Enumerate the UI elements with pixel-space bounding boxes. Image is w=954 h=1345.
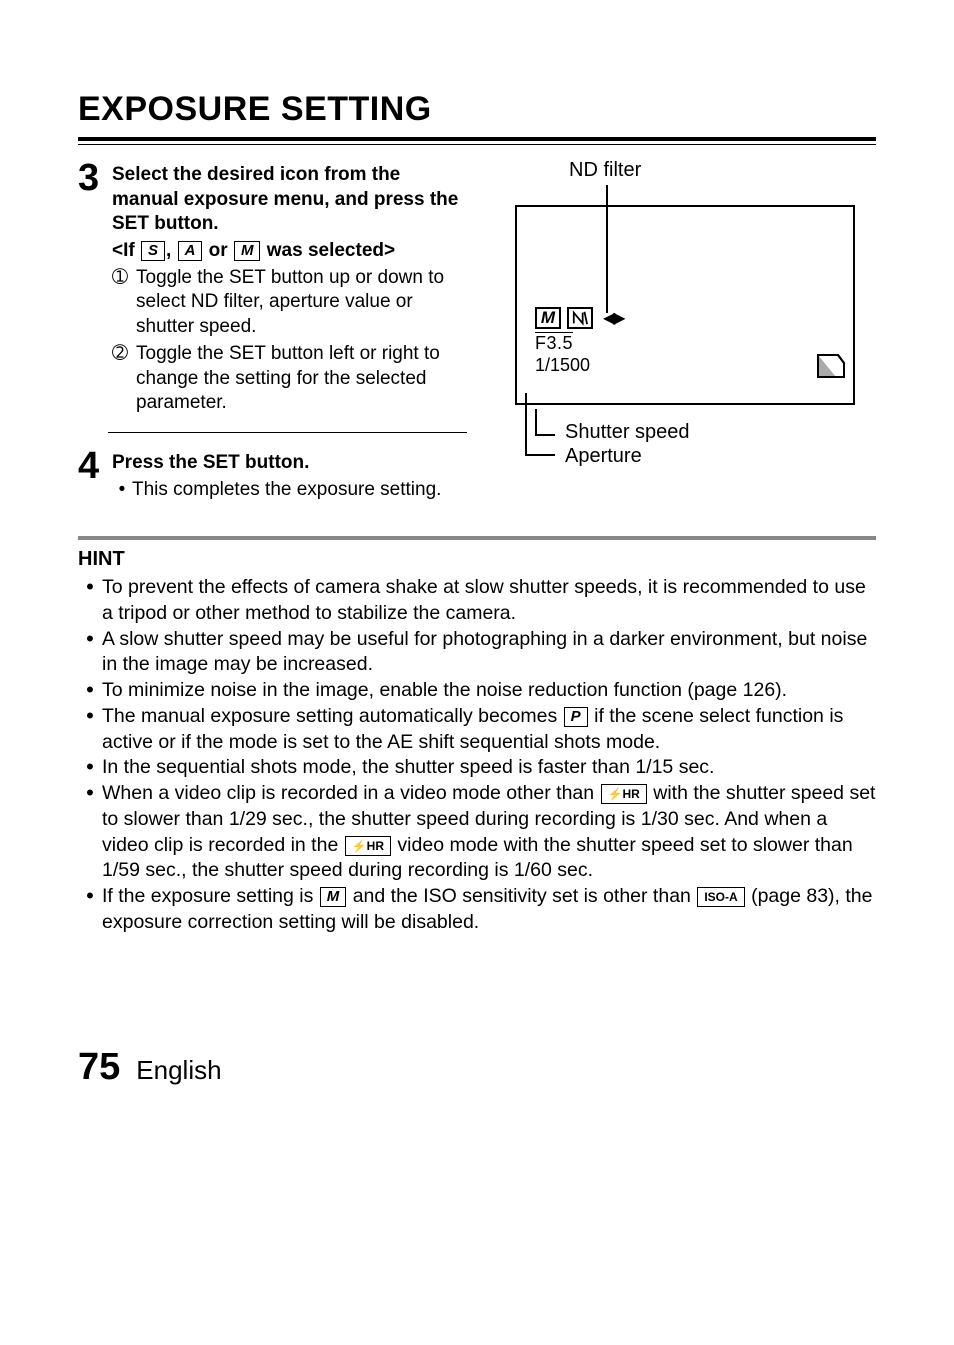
video-hr-icon: ⚡HR [345, 836, 391, 856]
text: Toggle the SET button up or down to sele… [136, 266, 467, 340]
hint-item: •In the sequential shots mode, the shutt… [78, 755, 876, 781]
iso-auto-icon: ISO-A [697, 887, 744, 907]
text: To prevent the effects of camera shake a… [102, 575, 876, 626]
language-label: English [136, 1055, 221, 1086]
content-row: 3 Select the desired icon from the manua… [78, 159, 876, 518]
leader-line [525, 393, 527, 455]
osd-shutter-value: 1/1500 [535, 355, 590, 376]
text: <If [112, 240, 140, 261]
hint-item: • When a video clip is recorded in a vid… [78, 781, 876, 884]
hint-heading: HINT [78, 548, 876, 571]
sub-step-1: ➀ Toggle the SET button up or down to se… [112, 266, 467, 340]
sub-steps: ➀ Toggle the SET button up or down to se… [112, 266, 467, 416]
camera-osd-diagram: ND filter M ◀▶ F3.5 1/1500 [495, 159, 876, 489]
mode-a-icon: A [178, 241, 203, 261]
diagram-column: ND filter M ◀▶ F3.5 1/1500 [477, 159, 876, 518]
osd-arrows-icon: ◀▶ [603, 308, 624, 328]
mode-m-icon: M [234, 241, 261, 261]
leader-line [535, 434, 555, 436]
text: , [166, 240, 177, 261]
step-number: 3 [78, 159, 112, 416]
leader-line [535, 409, 537, 435]
text: When a video clip is recorded in a video… [102, 782, 600, 804]
osd-aperture-value: F3.5 [535, 333, 573, 354]
hint-item: • The manual exposure setting automatica… [78, 704, 876, 755]
bullet-icon: • [78, 884, 102, 935]
sd-card-icon [814, 353, 846, 384]
step-heading: Press the SET button. [112, 451, 467, 476]
osd-m-icon: M [535, 307, 561, 329]
bullet-icon: • [112, 478, 132, 503]
step-3: 3 Select the desired icon from the manua… [78, 159, 467, 416]
text: The manual exposure setting automaticall… [102, 705, 563, 727]
page-number: 75 [78, 1046, 120, 1089]
bullet-icon: • [78, 627, 102, 678]
steps-column: 3 Select the desired icon from the manua… [78, 159, 477, 518]
bullet-icon: • [78, 781, 102, 884]
text: In the sequential shots mode, the shutte… [102, 755, 876, 781]
mode-p-icon: P [564, 707, 588, 727]
text: A slow shutter speed may be useful for p… [102, 627, 876, 678]
bullet-icon: • [78, 755, 102, 781]
step-number: 4 [78, 447, 112, 502]
text: Toggle the SET button left or right to c… [136, 342, 467, 416]
text: This completes the exposure setting. [132, 478, 441, 503]
title-underline [78, 137, 876, 145]
video-hr-icon: ⚡HR [601, 784, 647, 804]
osd-nd-icon [567, 307, 593, 329]
text: The manual exposure setting automaticall… [102, 704, 876, 755]
step-heading: Select the desired icon from the manual … [112, 163, 467, 237]
circled-1-icon: ➀ [112, 266, 136, 340]
text: If the exposure setting is [102, 885, 319, 907]
hint-divider [78, 536, 876, 540]
hint-item: • If the exposure setting is M and the I… [78, 884, 876, 935]
hint-list: •To prevent the effects of camera shake … [78, 575, 876, 935]
nd-filter-icon [571, 310, 589, 326]
step-body: Press the SET button. • This completes t… [112, 447, 467, 502]
step-body: Select the desired icon from the manual … [112, 159, 467, 416]
sub-step-2: ➁ Toggle the SET button left or right to… [112, 342, 467, 416]
step-condition: <If S, A or M was selected> [112, 239, 467, 264]
manual-page: EXPOSURE SETTING 3 Select the desired ic… [0, 0, 954, 1149]
text: If the exposure setting is M and the ISO… [102, 884, 876, 935]
osd-mode-row: M ◀▶ [535, 307, 624, 329]
text: and the ISO sensitivity set is other tha… [347, 885, 696, 907]
text: When a video clip is recorded in a video… [102, 781, 876, 884]
text: was selected> [261, 240, 395, 261]
page-title: EXPOSURE SETTING [78, 90, 876, 129]
hint-item: •To minimize noise in the image, enable … [78, 678, 876, 704]
nd-filter-label: ND filter [569, 159, 641, 182]
text: To minimize noise in the image, enable t… [102, 678, 876, 704]
circled-2-icon: ➁ [112, 342, 136, 416]
hint-item: •A slow shutter speed may be useful for … [78, 627, 876, 678]
leader-line [525, 454, 555, 456]
shutter-speed-label: Shutter speed [565, 421, 690, 444]
mode-s-icon: S [141, 241, 165, 261]
hint-item: •To prevent the effects of camera shake … [78, 575, 876, 626]
bullet-icon: • [78, 704, 102, 755]
step-divider [108, 432, 467, 433]
aperture-label: Aperture [565, 445, 642, 468]
bullet-icon: • [78, 678, 102, 704]
bullet-icon: • [78, 575, 102, 626]
page-footer: 75 English [78, 1046, 876, 1089]
step-4: 4 Press the SET button. • This completes… [78, 447, 467, 502]
text: F3.5 [535, 333, 573, 354]
mode-m-icon: M [320, 887, 347, 907]
text: or [203, 240, 233, 261]
bullet-item: • This completes the exposure setting. [112, 478, 467, 503]
